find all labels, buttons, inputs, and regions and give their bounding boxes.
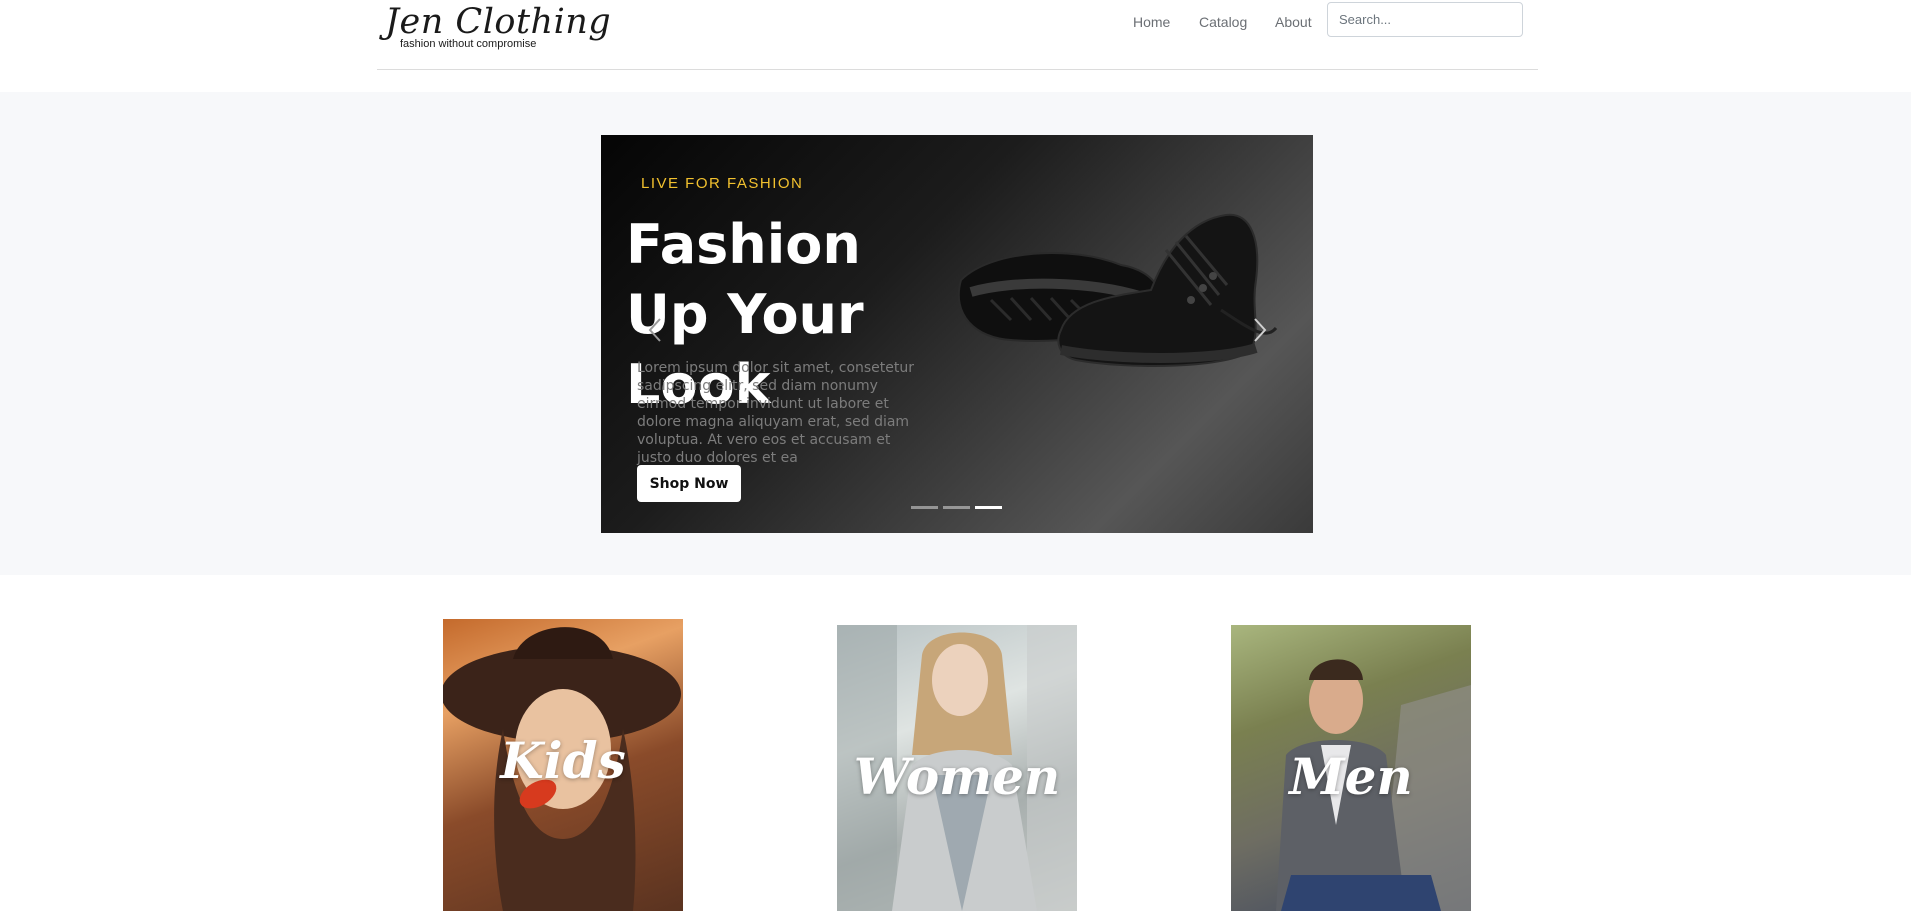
carousel-prev-button[interactable] bbox=[644, 315, 668, 345]
hero-eyebrow: LIVE FOR FASHION bbox=[641, 175, 804, 192]
chevron-right-icon bbox=[1254, 318, 1267, 342]
category-card-kids[interactable]: Kids bbox=[443, 619, 683, 911]
nav-home-link[interactable]: Home bbox=[1133, 11, 1170, 33]
category-card-women[interactable]: Women bbox=[837, 625, 1077, 911]
category-card-men[interactable]: Men bbox=[1231, 625, 1471, 911]
category-label-women: Women bbox=[853, 747, 1061, 806]
chevron-left-icon bbox=[648, 318, 661, 342]
site-header: Jen Clothing fashion without compromise … bbox=[0, 0, 1911, 92]
category-label-men: Men bbox=[1289, 747, 1413, 806]
sneaker-icon bbox=[957, 213, 1278, 367]
category-label-kids: Kids bbox=[500, 731, 626, 790]
hero-body-text: Lorem ipsum dolor sit amet, consetetur s… bbox=[637, 360, 915, 466]
header-container: Jen Clothing fashion without compromise … bbox=[377, 0, 1538, 70]
logo-tagline: fashion without compromise bbox=[400, 38, 537, 50]
carousel-indicator-1[interactable] bbox=[911, 506, 938, 509]
hero-carousel: LIVE FOR FASHION Fashion Up Your Look Lo… bbox=[601, 135, 1313, 533]
shop-now-button[interactable]: Shop Now bbox=[637, 465, 741, 502]
site-logo[interactable]: Jen Clothing fashion without compromise bbox=[379, 0, 611, 56]
carousel-indicator-3[interactable] bbox=[975, 506, 1002, 509]
carousel-indicator-2[interactable] bbox=[943, 506, 970, 509]
nav-about-link[interactable]: About bbox=[1275, 11, 1312, 33]
search-input[interactable] bbox=[1327, 2, 1523, 37]
carousel-next-button[interactable] bbox=[1247, 315, 1271, 345]
nav-catalog-link[interactable]: Catalog bbox=[1199, 11, 1247, 33]
